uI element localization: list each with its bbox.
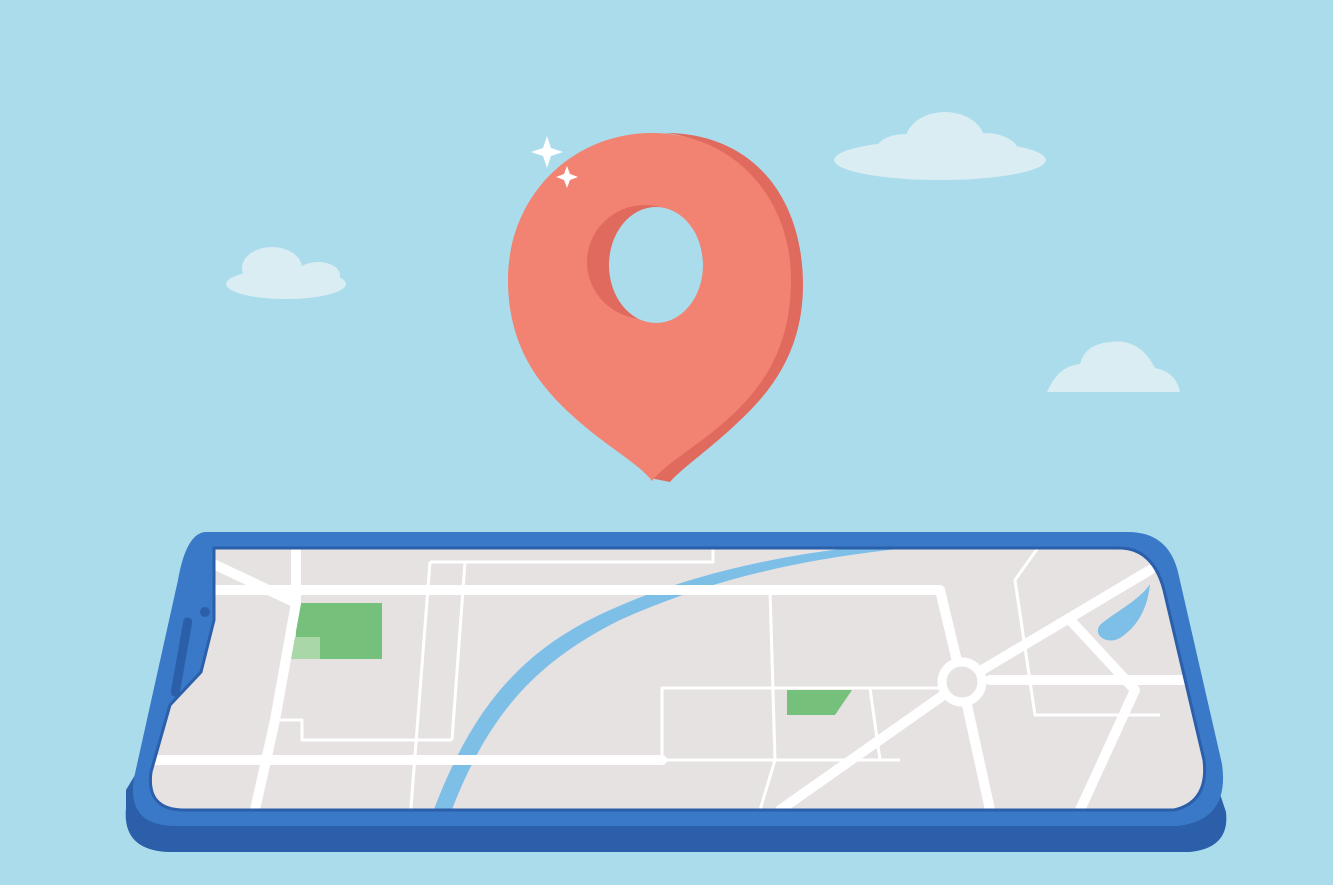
roundabout xyxy=(937,657,987,707)
park-area-left xyxy=(288,603,382,659)
illustration-scene xyxy=(0,0,1333,885)
phone-camera xyxy=(200,607,210,617)
illustration-canvas xyxy=(0,0,1333,885)
city-map-icon xyxy=(150,548,1205,810)
